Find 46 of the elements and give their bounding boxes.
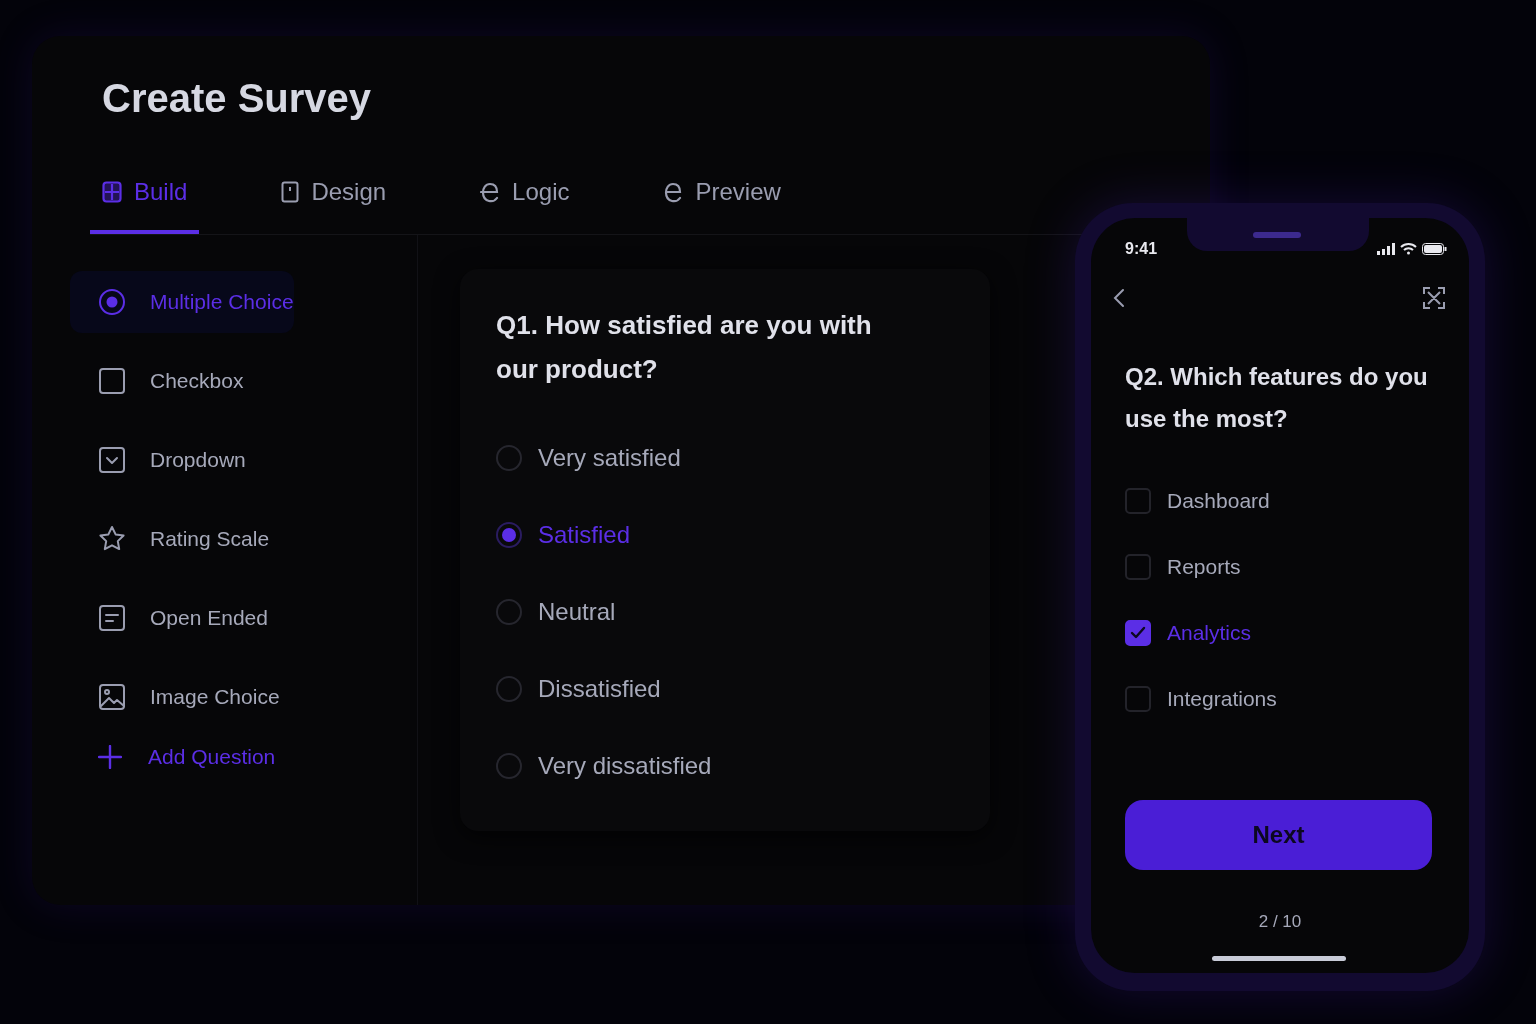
tab[interactable]: Design bbox=[269, 164, 399, 234]
battery-icon bbox=[1422, 243, 1447, 255]
progress-text: 2 / 10 bbox=[1257, 912, 1303, 932]
question-type-item[interactable]: Checkbox bbox=[70, 350, 244, 412]
radio-button[interactable] bbox=[496, 521, 522, 548]
star-icon bbox=[98, 525, 126, 553]
grid-icon bbox=[102, 181, 122, 203]
answer-option[interactable]: Dissatisfied bbox=[496, 650, 661, 727]
feature-option[interactable]: Reports bbox=[1125, 534, 1241, 600]
page-title: Create Survey bbox=[101, 75, 373, 122]
question-type-item[interactable]: Image Choice bbox=[70, 666, 280, 728]
speaker-icon bbox=[1253, 232, 1301, 238]
radio-button[interactable] bbox=[496, 752, 522, 779]
radio-button[interactable] bbox=[496, 444, 522, 471]
image-icon bbox=[98, 683, 126, 711]
question-type-item[interactable]: Open Ended bbox=[70, 587, 268, 649]
checkbox[interactable] bbox=[1125, 620, 1151, 646]
panel-icon bbox=[281, 181, 300, 203]
question-type-item[interactable]: Dropdown bbox=[70, 429, 246, 491]
checkbox[interactable] bbox=[1125, 488, 1151, 514]
radio-icon bbox=[98, 288, 126, 316]
radio-button[interactable] bbox=[496, 598, 522, 625]
radio-button[interactable] bbox=[496, 675, 522, 702]
question-type-item[interactable]: Rating Scale bbox=[70, 508, 270, 570]
checkbox[interactable] bbox=[1125, 686, 1151, 712]
question-text: Q1. How satisfied are you with our product? bbox=[496, 309, 873, 386]
feature-option[interactable]: Dashboard bbox=[1125, 468, 1270, 534]
expand-icon[interactable] bbox=[1423, 287, 1445, 309]
wifi-icon bbox=[1400, 243, 1417, 255]
checkbox-icon bbox=[98, 367, 126, 395]
status-time: 9:41 bbox=[1125, 240, 1158, 258]
e-shape-icon bbox=[663, 181, 684, 203]
feature-option[interactable]: Integrations bbox=[1125, 666, 1277, 732]
answer-option[interactable]: Neutral bbox=[496, 573, 616, 650]
text-icon bbox=[98, 604, 126, 632]
back-icon[interactable] bbox=[1113, 288, 1125, 308]
answer-option[interactable]: Very satisfied bbox=[496, 419, 681, 496]
tab[interactable]: Logic bbox=[468, 164, 582, 234]
tab[interactable]: Preview bbox=[651, 164, 793, 234]
checkbox[interactable] bbox=[1125, 554, 1151, 580]
plus-icon bbox=[98, 745, 122, 769]
signal-icon bbox=[1377, 243, 1395, 255]
answer-option[interactable]: Very dissatisfied bbox=[496, 727, 712, 804]
dropdown-icon bbox=[98, 446, 126, 474]
question-text: Q2. Which features do you use the most? bbox=[1125, 362, 1429, 434]
e-shape-icon bbox=[480, 181, 501, 203]
